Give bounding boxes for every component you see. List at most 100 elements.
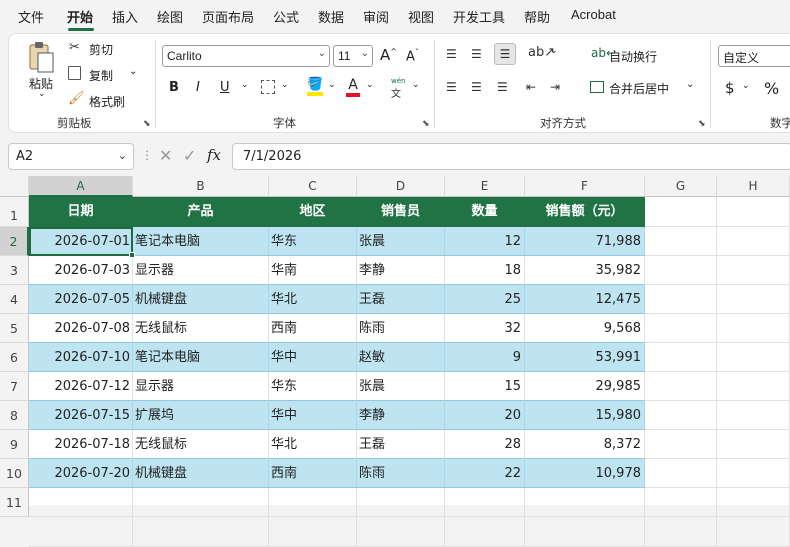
cell-amount[interactable]: 8,372: [525, 430, 645, 459]
clipboard-launcher-icon[interactable]: ⬊: [143, 119, 151, 129]
cell-salesperson[interactable]: 张晨: [357, 227, 445, 256]
insert-function-button[interactable]: fx: [207, 146, 221, 164]
cell-salesperson[interactable]: 王磊: [357, 285, 445, 314]
number-format-select[interactable]: 自定义: [718, 45, 790, 67]
underline-chevron-icon[interactable]: ⌄: [241, 80, 249, 90]
header-cell-quantity[interactable]: 数量: [445, 197, 525, 227]
cell-amount[interactable]: 53,991: [525, 343, 645, 372]
cell-date[interactable]: 2026-07-10: [29, 343, 133, 372]
cell-region[interactable]: 华东: [269, 227, 357, 256]
tab-data[interactable]: 数据: [318, 7, 344, 26]
empty-cell[interactable]: [133, 517, 269, 547]
decrease-indent-icon[interactable]: ⇤: [526, 80, 536, 94]
column-header-g[interactable]: G: [645, 176, 717, 197]
cell-product[interactable]: 显示器: [133, 372, 269, 401]
borders-icon[interactable]: [261, 80, 275, 94]
header-cell-date[interactable]: 日期: [29, 197, 133, 227]
tab-draw[interactable]: 绘图: [157, 7, 183, 26]
row-header-2[interactable]: 2: [0, 227, 29, 256]
alignment-launcher-icon[interactable]: ⬊: [698, 119, 706, 129]
cell-region[interactable]: 华北: [269, 285, 357, 314]
cell-region[interactable]: 华南: [269, 256, 357, 285]
more-options-icon[interactable]: ⋮: [141, 148, 153, 162]
tab-page-layout[interactable]: 页面布局: [202, 7, 254, 26]
column-header-a[interactable]: A: [29, 176, 133, 197]
underline-button[interactable]: U: [220, 80, 230, 95]
cell-salesperson[interactable]: 张晨: [357, 372, 445, 401]
cell-region[interactable]: 华北: [269, 430, 357, 459]
cell-date[interactable]: 2026-07-08: [29, 314, 133, 343]
cell-amount[interactable]: 12,475: [525, 285, 645, 314]
empty-cell[interactable]: [717, 517, 790, 547]
empty-cell[interactable]: [29, 517, 133, 547]
empty-cell[interactable]: [717, 372, 790, 401]
align-center-icon[interactable]: ☰: [471, 80, 482, 94]
cell-quantity[interactable]: 28: [445, 430, 525, 459]
worksheet-grid[interactable]: ABCDEFGH 1 2 3 4 5 6 7 8 9 10 11 日期 产品 地区 销售员 数量 销售额（元）…: [0, 176, 790, 547]
copy-dropdown-chevron-icon[interactable]: ⌄: [129, 66, 137, 77]
cell-quantity[interactable]: 32: [445, 314, 525, 343]
empty-cell[interactable]: [717, 401, 790, 430]
tab-view[interactable]: 视图: [408, 7, 434, 26]
cell-quantity[interactable]: 18: [445, 256, 525, 285]
italic-button[interactable]: I: [196, 80, 200, 95]
font-launcher-icon[interactable]: ⬊: [422, 119, 430, 129]
increase-font-size-icon[interactable]: A^: [380, 46, 397, 64]
cell-salesperson[interactable]: 赵敏: [357, 343, 445, 372]
font-name-select[interactable]: Carlito ⌄: [162, 45, 330, 67]
empty-cell[interactable]: [717, 459, 790, 488]
column-header-f[interactable]: F: [525, 176, 645, 197]
cell-product[interactable]: 机械键盘: [133, 285, 269, 314]
enter-check-icon[interactable]: ✓: [183, 146, 196, 165]
column-header-e[interactable]: E: [445, 176, 525, 197]
empty-cell[interactable]: [357, 517, 445, 547]
cut-button[interactable]: 剪切: [89, 41, 113, 58]
empty-cell[interactable]: [645, 517, 717, 547]
cell-product[interactable]: 笔记本电脑: [133, 343, 269, 372]
cell-quantity[interactable]: 20: [445, 401, 525, 430]
cell-amount[interactable]: 15,980: [525, 401, 645, 430]
align-bottom-icon[interactable]: ☰: [494, 43, 516, 65]
tab-file[interactable]: 文件: [18, 7, 44, 26]
font-size-select[interactable]: 11 ⌄: [333, 45, 373, 67]
cell-date[interactable]: 2026-07-12: [29, 372, 133, 401]
cell-date[interactable]: 2026-07-05: [29, 285, 133, 314]
copy-button[interactable]: 复制: [89, 67, 113, 84]
paste-dropdown-chevron-icon[interactable]: ⌄: [38, 89, 46, 99]
cell-date[interactable]: 2026-07-18: [29, 430, 133, 459]
cell-product[interactable]: 扩展坞: [133, 401, 269, 430]
row-header-1[interactable]: 1: [0, 197, 29, 227]
cell-date[interactable]: 2026-07-15: [29, 401, 133, 430]
empty-cell[interactable]: [445, 488, 525, 517]
row-header-7[interactable]: 7: [0, 372, 29, 401]
cell-quantity[interactable]: 25: [445, 285, 525, 314]
cell-date[interactable]: 2026-07-01: [29, 227, 133, 256]
percent-button[interactable]: %: [764, 79, 779, 98]
empty-cell[interactable]: [645, 430, 717, 459]
fill-color-chevron-icon[interactable]: ⌄: [328, 80, 336, 90]
align-top-icon[interactable]: ☰: [446, 47, 457, 61]
cell-amount[interactable]: 10,978: [525, 459, 645, 488]
cell-date[interactable]: 2026-07-20: [29, 459, 133, 488]
empty-cell[interactable]: [717, 430, 790, 459]
cell-salesperson[interactable]: 陈雨: [357, 314, 445, 343]
column-header-b[interactable]: B: [133, 176, 269, 197]
column-header-d[interactable]: D: [357, 176, 445, 197]
empty-cell[interactable]: [717, 314, 790, 343]
tab-insert[interactable]: 插入: [112, 7, 138, 26]
cell-region[interactable]: 华中: [269, 343, 357, 372]
font-color-icon[interactable]: A: [346, 77, 360, 97]
fill-handle[interactable]: [129, 252, 135, 258]
fill-color-icon[interactable]: 🪣: [307, 77, 323, 96]
empty-cell[interactable]: [645, 343, 717, 372]
empty-cell[interactable]: [717, 488, 790, 517]
empty-cell[interactable]: [645, 285, 717, 314]
format-painter-button[interactable]: 格式刷: [89, 93, 125, 110]
header-cell-amount[interactable]: 销售额（元）: [525, 197, 645, 227]
orientation-chevron-icon[interactable]: ⌄: [550, 46, 558, 56]
empty-cell[interactable]: [133, 488, 269, 517]
cell-product[interactable]: 显示器: [133, 256, 269, 285]
cell-quantity[interactable]: 9: [445, 343, 525, 372]
align-left-icon[interactable]: ☰: [446, 80, 457, 94]
align-right-icon[interactable]: ☰: [497, 80, 508, 94]
